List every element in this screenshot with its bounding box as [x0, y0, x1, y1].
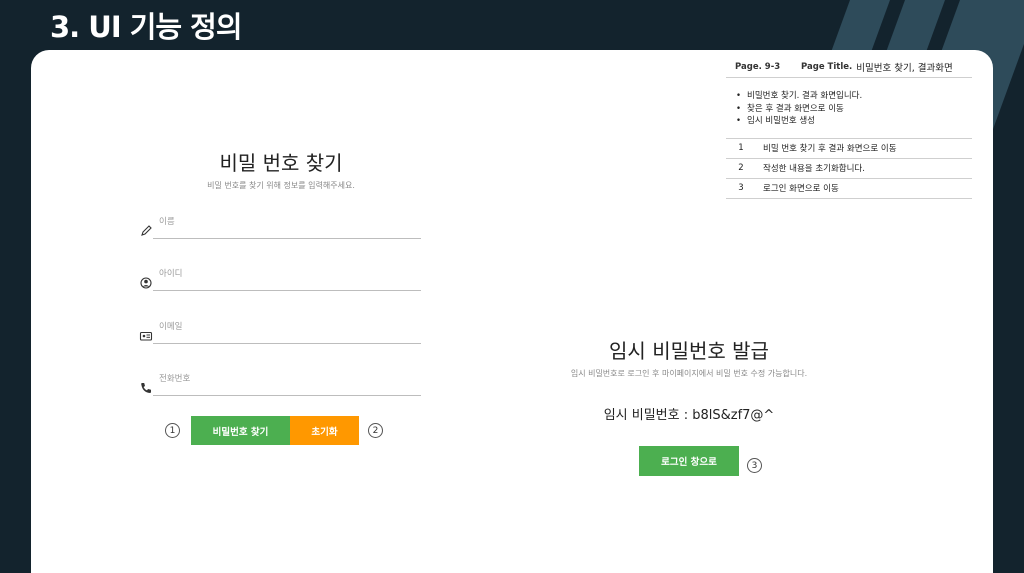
spec-row: 2 작성한 내용을 초기화합니다.	[726, 159, 972, 179]
id-card-icon	[139, 328, 153, 342]
spec-note: 임시 비밀번호 생성	[736, 115, 972, 128]
id-input-placeholder: 아이디	[159, 269, 183, 279]
user-circle-icon	[139, 275, 153, 289]
name-input-placeholder: 이름	[159, 217, 175, 227]
spec-table: Page. 9-3 Page Title. 비밀번호 찾기, 결과화면 비밀번호…	[726, 56, 972, 199]
spec-row-number: 1	[738, 143, 744, 153]
spec-note: 비밀번호 찾기. 결과 화면입니다.	[736, 90, 972, 103]
find-password-title: 비밀 번호 찾기	[219, 151, 343, 175]
result-subtitle: 임시 비밀번호로 로그인 후 마이페이지에서 비밀 번호 수정 가능합니다.	[570, 369, 808, 378]
field-underline	[153, 290, 421, 291]
field-underline	[153, 343, 421, 344]
reset-button[interactable]: 초기화	[290, 416, 359, 445]
page-number: Page. 9-3	[735, 61, 781, 72]
spec-note: 찾은 후 결과 화면으로 이동	[736, 103, 972, 116]
phone-field[interactable]: 전화번호	[139, 368, 421, 396]
email-input-placeholder: 이메일	[159, 322, 183, 332]
spec-notes: 비밀번호 찾기. 결과 화면입니다. 찾은 후 결과 화면으로 이동 임시 비밀…	[726, 78, 972, 139]
spec-row-description: 비밀 번호 찾기 후 결과 화면으로 이동	[763, 144, 897, 154]
spec-row-number: 3	[738, 183, 744, 193]
name-field[interactable]: 이름	[139, 211, 421, 239]
spec-row-description: 작성한 내용을 초기화합니다.	[763, 164, 865, 174]
spec-header: Page. 9-3 Page Title. 비밀번호 찾기, 결과화면	[726, 56, 972, 78]
spec-row-number: 2	[738, 163, 744, 173]
phone-icon	[139, 380, 153, 394]
field-underline	[153, 238, 421, 239]
spec-row: 1 비밀 번호 찾기 후 결과 화면으로 이동	[726, 139, 972, 159]
marker-3: 3	[747, 458, 762, 473]
spec-row-description: 로그인 화면으로 이동	[763, 184, 839, 194]
result-title: 임시 비밀번호 발급	[609, 339, 769, 363]
spec-row: 3 로그인 화면으로 이동	[726, 179, 972, 199]
page-title-label: Page Title.	[801, 61, 853, 72]
page-heading: 3. UI 기능 정의	[50, 10, 243, 44]
find-password-button[interactable]: 비밀번호 찾기	[191, 416, 290, 445]
go-to-login-button[interactable]: 로그인 창으로	[639, 446, 739, 476]
email-field[interactable]: 이메일	[139, 316, 421, 344]
temporary-password: 임시 비밀번호 : b8lS&zf7@^	[603, 408, 775, 423]
content-card: Page. 9-3 Page Title. 비밀번호 찾기, 결과화면 비밀번호…	[31, 50, 993, 573]
marker-1: 1	[165, 423, 180, 438]
phone-input-placeholder: 전화번호	[159, 374, 191, 384]
marker-2: 2	[368, 423, 383, 438]
page-title: 비밀번호 찾기, 결과화면	[856, 62, 953, 74]
field-underline	[153, 395, 421, 396]
pencil-icon	[139, 223, 153, 237]
id-field[interactable]: 아이디	[139, 263, 421, 291]
find-password-subtitle: 비밀 번호를 찾기 위해 정보를 입력해주세요.	[207, 181, 355, 190]
